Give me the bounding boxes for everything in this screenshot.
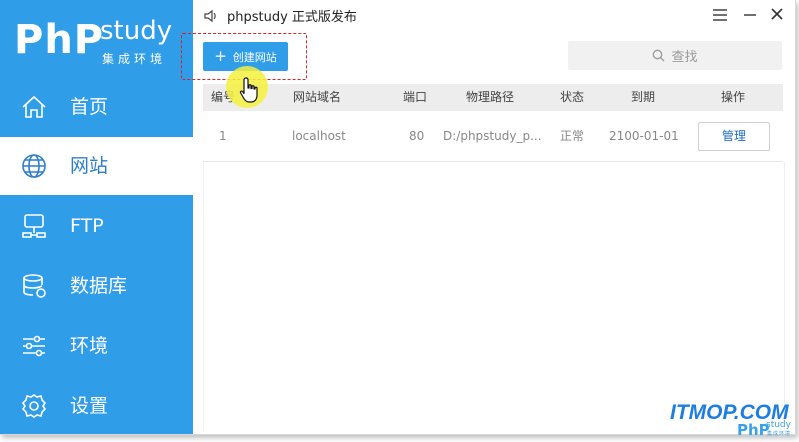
minimize-icon[interactable] xyxy=(742,8,758,22)
logo: PhP study 集成环境 xyxy=(14,14,184,74)
sidebar-item-label: 首页 xyxy=(70,96,109,118)
column-header-domain: 网站域名 xyxy=(293,90,342,104)
cell-port: 80 xyxy=(409,129,425,143)
cell-path: D:/phpstudy_p... xyxy=(443,129,542,143)
logo-study: study xyxy=(100,16,173,46)
logo-php: PhP xyxy=(14,17,105,63)
column-header-port: 端口 xyxy=(403,90,428,104)
logo-subtitle: 集成环境 xyxy=(102,52,167,66)
table-body xyxy=(203,162,785,432)
sidebar-item-ftp[interactable]: FTP xyxy=(0,197,193,255)
sliders-icon xyxy=(23,335,45,357)
column-header-path: 物理路径 xyxy=(466,90,515,104)
cell-domain: localhost xyxy=(292,129,346,143)
watermark-sub: 集成环境 xyxy=(767,431,792,437)
cell-expiry: 2100-01-01 xyxy=(609,129,679,143)
globe-icon xyxy=(22,154,46,178)
app-window: PhP study 集成环境 首页 网站 FTP 数据库 环境 设置 phpst… xyxy=(0,0,796,435)
close-icon[interactable] xyxy=(770,7,784,21)
ftp-server-icon xyxy=(22,214,46,238)
sidebar-item-label: 网站 xyxy=(70,155,109,177)
sidebar: PhP study 集成环境 首页 网站 FTP 数据库 环境 设置 xyxy=(0,0,193,434)
search-placeholder: 查找 xyxy=(671,50,698,65)
sidebar-item-database[interactable]: 数据库 xyxy=(0,257,193,315)
sidebar-item-website[interactable]: 网站 xyxy=(0,137,193,195)
watermark-study: study xyxy=(766,420,791,430)
search-icon xyxy=(653,49,665,62)
sidebar-item-label: FTP xyxy=(70,215,104,237)
create-website-label: 创建网站 xyxy=(232,50,277,64)
hand-cursor-icon xyxy=(239,77,258,103)
gear-icon xyxy=(21,394,47,418)
column-header-action: 操作 xyxy=(721,90,746,104)
table-header: 编号 网站域名 端口 物理路径 状态 到期 操作 xyxy=(203,84,783,111)
column-header-expiry: 到期 xyxy=(631,90,656,104)
menu-icon[interactable] xyxy=(712,8,728,22)
window-title: phpstudy 正式版发布 xyxy=(227,10,357,25)
sidebar-item-label: 环境 xyxy=(70,335,109,357)
cell-status: 正常 xyxy=(560,129,585,143)
table-row: 1 localhost 80 D:/phpstudy_p... 正常 2100-… xyxy=(203,111,783,162)
search-input[interactable]: 查找 xyxy=(568,41,782,70)
home-icon xyxy=(22,95,46,118)
plus-icon: + xyxy=(214,47,227,65)
watermark-php: PhP xyxy=(737,421,770,439)
cell-id: 1 xyxy=(219,129,227,143)
sidebar-item-label: 数据库 xyxy=(70,275,128,297)
sidebar-item-environment[interactable]: 环境 xyxy=(0,317,193,375)
manage-button[interactable]: 管理 xyxy=(698,122,770,151)
column-header-status: 状态 xyxy=(560,90,585,104)
sidebar-item-home[interactable]: 首页 xyxy=(0,78,193,136)
sidebar-item-settings[interactable]: 设置 xyxy=(0,377,193,434)
speaker-icon xyxy=(204,9,216,23)
database-icon xyxy=(23,274,46,298)
sidebar-item-label: 设置 xyxy=(70,395,109,417)
title-bar: phpstudy 正式版发布 xyxy=(193,0,795,30)
